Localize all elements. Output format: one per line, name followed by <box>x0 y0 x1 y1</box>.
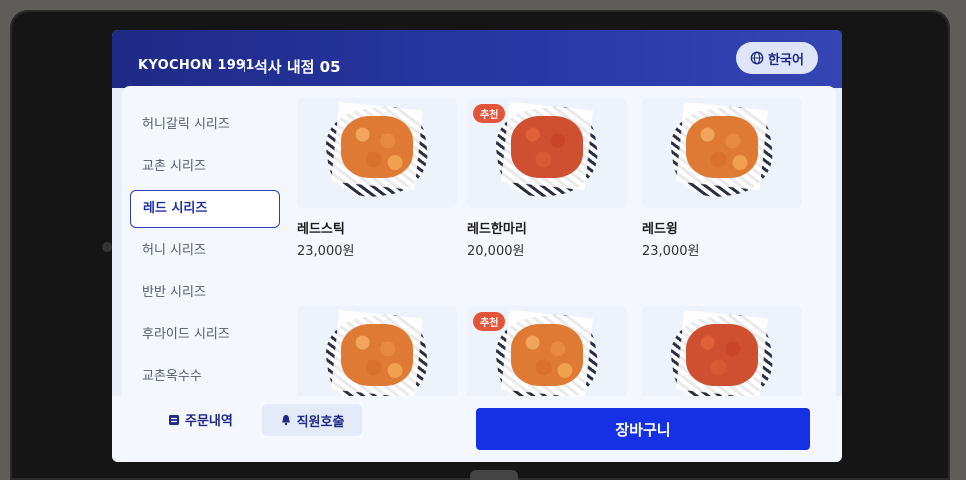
staff-call-label: 직원호출 <box>296 414 345 430</box>
language-label: 한국어 <box>768 52 804 68</box>
product-name: 레드한마리 <box>467 222 527 237</box>
chicken-image <box>686 116 758 178</box>
store-name: 석사 내점 05 <box>254 58 341 76</box>
bell-icon <box>281 415 290 426</box>
camera-dot <box>102 242 112 252</box>
product-price: 20,000원 <box>467 244 525 259</box>
category-fried[interactable]: 후라이드 시리즈 <box>130 316 280 354</box>
product-price: 23,000원 <box>642 244 700 259</box>
recommend-badge: 추천 <box>473 312 506 331</box>
chicken-image <box>511 116 583 178</box>
product-image <box>642 98 802 208</box>
order-history-button[interactable]: 주문내역 <box>168 410 233 429</box>
category-honey[interactable]: 허니 시리즈 <box>130 232 280 270</box>
category-red[interactable]: 레드 시리즈 <box>130 190 280 228</box>
product-image: 추천 <box>467 98 627 208</box>
product-card-red-stick[interactable]: 레드스틱 23,000원 <box>297 98 457 259</box>
product-name: 레드스틱 <box>297 222 345 237</box>
language-button[interactable]: 한국어 <box>736 42 818 74</box>
globe-icon <box>750 51 764 65</box>
product-card-red-wing[interactable]: 레드윙 23,000원 <box>642 98 802 259</box>
product-card-red-whole[interactable]: 추천 레드한마리 20,000원 <box>467 98 627 259</box>
category-kyochon[interactable]: 교촌 시리즈 <box>130 148 280 186</box>
cart-button[interactable]: 장바구니 <box>476 408 810 450</box>
category-half-half[interactable]: 반반 시리즈 <box>130 274 280 312</box>
top-bar: KYOCHON 1991 석사 내점 05 한국어 <box>112 30 842 88</box>
category-corn[interactable]: 교촌옥수수 <box>130 358 280 396</box>
chicken-image <box>511 324 583 386</box>
home-notch <box>470 470 518 480</box>
category-honey-garlic[interactable]: 허니갈릭 시리즈 <box>130 106 280 144</box>
kiosk-screen: KYOCHON 1991 석사 내점 05 한국어 허니갈릭 시리즈 교촌 시리… <box>112 30 842 462</box>
product-name: 레드윙 <box>642 222 678 237</box>
recommend-badge: 추천 <box>473 104 506 123</box>
order-history-label: 주문내역 <box>185 414 233 429</box>
category-sidebar: 허니갈릭 시리즈 교촌 시리즈 레드 시리즈 허니 시리즈 반반 시리즈 후라이… <box>130 106 280 400</box>
brand-logo: KYOCHON 1991 <box>138 58 255 73</box>
chicken-image <box>341 324 413 386</box>
chicken-image <box>341 116 413 178</box>
receipt-icon <box>169 414 179 425</box>
product-price: 23,000원 <box>297 244 355 259</box>
logo-divider <box>244 60 245 72</box>
chicken-image <box>686 324 758 386</box>
product-image <box>297 98 457 208</box>
staff-call-button[interactable]: 직원호출 <box>262 404 362 436</box>
